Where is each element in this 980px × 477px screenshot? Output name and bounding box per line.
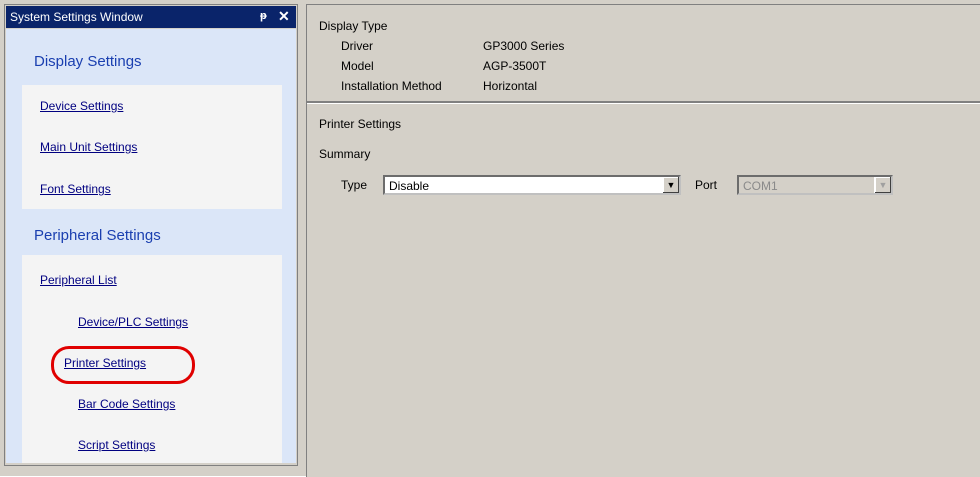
pane-titlebar: System Settings Window ᵽ ✕: [6, 6, 296, 28]
summary-label: Summary: [319, 147, 371, 161]
close-icon[interactable]: ✕: [278, 8, 290, 25]
main-unit-settings-link[interactable]: Main Unit Settings: [40, 140, 137, 154]
peripheral-settings-group: Peripheral List Device/PLC Settings Prin…: [22, 255, 282, 463]
pane-title: System Settings Window: [10, 10, 143, 24]
driver-value: GP3000 Series: [483, 39, 565, 53]
settings-tree-pane: System Settings Window ᵽ ✕ Display Setti…: [4, 4, 298, 466]
peripheral-list-link[interactable]: Peripheral List: [40, 273, 117, 287]
chevron-down-icon[interactable]: ▼: [662, 177, 679, 193]
port-dropdown-value: COM1: [743, 179, 778, 193]
device-settings-link[interactable]: Device Settings: [40, 99, 123, 113]
bar-code-settings-link[interactable]: Bar Code Settings: [78, 397, 175, 411]
port-dropdown: COM1 ▼: [737, 175, 893, 195]
type-dropdown[interactable]: Disable ▼: [383, 175, 681, 195]
printer-settings-title: Printer Settings: [319, 117, 402, 131]
model-value: AGP-3500T: [483, 59, 547, 73]
type-label: Type: [341, 178, 368, 192]
driver-label: Driver: [341, 39, 373, 53]
peripheral-settings-heading: Peripheral Settings: [34, 227, 161, 244]
installation-method-label: Installation Method: [341, 79, 442, 93]
system-settings-window: System Settings Window ᵽ ✕ Display Setti…: [0, 0, 980, 477]
script-settings-link[interactable]: Script Settings: [78, 438, 155, 452]
display-settings-heading: Display Settings: [34, 53, 142, 70]
display-settings-group: Device Settings Main Unit Settings Font …: [22, 85, 282, 209]
model-label: Model: [341, 59, 374, 73]
settings-detail-pane: Display Type Driver GP3000 Series Model …: [306, 4, 980, 477]
port-label: Port: [695, 178, 718, 192]
printer-settings-link[interactable]: Printer Settings: [64, 356, 146, 370]
section-divider: [307, 101, 980, 104]
chevron-down-icon: ▼: [874, 177, 891, 193]
font-settings-link[interactable]: Font Settings: [40, 182, 111, 196]
settings-tree: Display Settings Device Settings Main Un…: [6, 29, 296, 463]
type-dropdown-value: Disable: [389, 179, 430, 193]
device-plc-settings-link[interactable]: Device/PLC Settings: [78, 315, 188, 329]
pin-icon[interactable]: ᵽ: [260, 10, 267, 22]
installation-method-value: Horizontal: [483, 79, 538, 93]
display-type-title: Display Type: [319, 19, 388, 33]
